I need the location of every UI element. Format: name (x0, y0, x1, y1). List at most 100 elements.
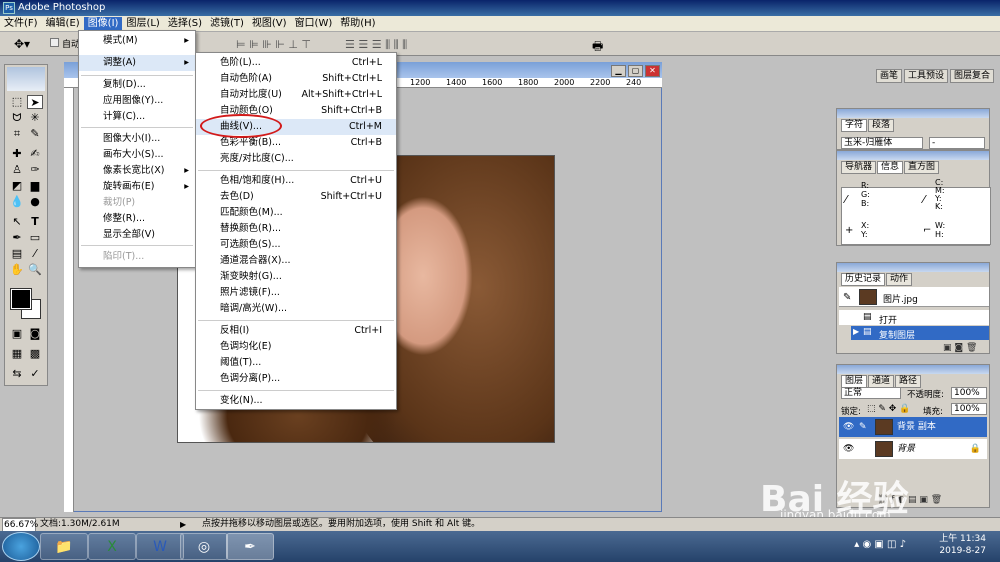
tab-paragraph[interactable]: 段落 (868, 119, 895, 132)
tab-character[interactable]: 字符 (841, 119, 868, 132)
palette-tab-presets[interactable]: 工具预设 (903, 69, 948, 83)
menu-item-gradient-map[interactable]: 渐变映射(G)... (196, 269, 396, 285)
screen-mode-full-icon[interactable]: ▩ (27, 347, 43, 361)
tray-icons[interactable]: ▴ ◉ ▣ ◫ ♪ (854, 539, 906, 550)
menu-item-rotate-canvas[interactable]: 旋转画布(E) ▸ (79, 179, 195, 195)
history-item-selected[interactable] (851, 326, 989, 340)
menu-item-canvas-size[interactable]: 画布大小(S)... (79, 147, 195, 163)
brush-icon[interactable]: ✍ (27, 147, 43, 161)
quickmask-mode-icon[interactable]: ◙ (27, 327, 43, 341)
marquee-icon[interactable]: ⬚ (9, 95, 25, 109)
blend-mode-select[interactable]: 正常 (841, 387, 901, 399)
menu-select[interactable]: 选择(S) (164, 17, 206, 31)
font-family-select[interactable]: 玉米-归雁体 (841, 137, 923, 149)
menu-item-hue-saturation[interactable]: 色相/饱和度(H)... Ctrl+U (196, 173, 396, 189)
history-brush-icon[interactable]: ✑ (27, 163, 43, 177)
layer-row-copy[interactable]: 👁 ✎ 背景 副本 (839, 417, 987, 437)
palette-tab-brushes[interactable]: 画笔 (875, 69, 902, 83)
tab-history[interactable]: 历史记录 (841, 273, 886, 286)
history-footer-icons[interactable]: ▣ ◙ 🗑 (943, 343, 977, 353)
minimize-icon[interactable]: ▁ (611, 65, 626, 77)
crop-icon[interactable]: ⌗ (9, 127, 25, 141)
menu-view[interactable]: 视图(V) (248, 17, 291, 31)
menu-item-invert[interactable]: 反相(I) Ctrl+I (196, 323, 396, 339)
file-browser-icon[interactable]: 🖶 (592, 37, 603, 58)
stamp-icon[interactable]: ♙ (9, 163, 25, 177)
eye-icon[interactable]: 👁 (843, 417, 854, 437)
menu-item-replace-color[interactable]: 替换颜色(R)... (196, 221, 396, 237)
gradient-icon[interactable]: ▆ (27, 179, 43, 193)
tab-histogram[interactable]: 直方图 (904, 161, 940, 174)
fill-input[interactable]: 100% (951, 403, 987, 415)
zoom-icon[interactable]: 🔍 (27, 263, 43, 277)
menu-edit[interactable]: 编辑(E) (42, 17, 84, 31)
menu-item-trap[interactable]: 陷印(T)... (79, 249, 195, 265)
clock[interactable]: 上午 11:34 2019-8-27 (916, 533, 986, 557)
healing-icon[interactable]: ✚ (9, 147, 25, 161)
explorer-icon[interactable]: 📁 (40, 533, 88, 560)
menu-item-variations[interactable]: 变化(N)... (196, 393, 396, 409)
status-arrow-icon[interactable]: ▶ (180, 518, 186, 531)
menu-item-pixel-aspect[interactable]: 像素长宽比(X) ▸ (79, 163, 195, 179)
menu-item-threshold[interactable]: 阈值(T)... (196, 355, 396, 371)
menu-item-posterize[interactable]: 色调分离(P)... (196, 371, 396, 387)
tab-navigator[interactable]: 导航器 (841, 161, 877, 174)
menu-item-match-color[interactable]: 匹配颜色(M)... (196, 205, 396, 221)
menu-item-reveal-all[interactable]: 显示全部(V) (79, 227, 195, 243)
tab-info[interactable]: 信息 (877, 161, 904, 174)
eyedropper-icon[interactable]: ⁄ (27, 247, 43, 261)
magic-wand-icon[interactable]: ✳ (27, 111, 43, 125)
menu-item-image-size[interactable]: 图像大小(I)... (79, 131, 195, 147)
imageready-icon[interactable]: ⇆ (9, 367, 25, 381)
windows-start-icon[interactable] (2, 532, 40, 561)
blur-icon[interactable]: 💧 (9, 195, 25, 209)
menu-layer[interactable]: 图层(L) (122, 17, 163, 31)
shape-icon[interactable]: ▭ (27, 231, 43, 245)
menu-item-duplicate[interactable]: 复制(D)... (79, 77, 195, 93)
move-icon[interactable]: ➤ (27, 95, 43, 109)
menu-item-trim[interactable]: 修整(R)... (79, 211, 195, 227)
eraser-icon[interactable]: ◩ (9, 179, 25, 193)
menu-window[interactable]: 窗口(W) (291, 17, 337, 31)
foreground-color[interactable] (10, 288, 32, 310)
type-icon[interactable]: T (27, 215, 43, 229)
history-item[interactable] (839, 310, 989, 325)
menu-item-equalize[interactable]: 色调均化(E) (196, 339, 396, 355)
font-style-select[interactable]: - (929, 137, 985, 149)
menu-item-photo-filter[interactable]: 照片滤镜(F)... (196, 285, 396, 301)
slice-icon[interactable]: ✎ (27, 127, 43, 141)
dodge-icon[interactable]: ● (27, 195, 43, 209)
menu-item-shadow-highlight[interactable]: 暗调/高光(W)... (196, 301, 396, 317)
palette-tab-comps[interactable]: 图层复合 (949, 69, 994, 83)
menu-item-calculations[interactable]: 计算(C)... (79, 109, 195, 125)
align-icons[interactable]: ⊨ ⊫ ⊪ ⊩ ⊥ ⊤ (236, 38, 311, 51)
lock-icons[interactable]: ⬚ ✎ ✥ 🔒 (867, 404, 910, 414)
menu-item-auto-contrast[interactable]: 自动对比度(U) Alt+Shift+Ctrl+L (196, 87, 396, 103)
menu-filter[interactable]: 滤镜(T) (206, 17, 248, 31)
jump-icon[interactable]: ✓ (27, 367, 43, 381)
hand-icon[interactable]: ✋ (9, 263, 25, 277)
menu-item-apply-image[interactable]: 应用图像(Y)... (79, 93, 195, 109)
pen-icon[interactable]: ✒ (9, 231, 25, 245)
menu-item-adjust[interactable]: 调整(A) ▸ (79, 55, 195, 71)
menu-image[interactable]: 图像(I) (83, 16, 123, 31)
browser-icon[interactable]: ◎ (180, 533, 228, 560)
path-select-icon[interactable]: ↖ (9, 215, 25, 229)
lasso-icon[interactable]: ᗢ (9, 111, 25, 125)
menu-item-mode[interactable]: 模式(M) ▸ (79, 33, 195, 49)
tab-actions[interactable]: 动作 (886, 273, 913, 286)
word-icon[interactable]: W (136, 533, 184, 560)
screen-mode-standard-icon[interactable]: ▦ (9, 347, 25, 361)
notes-icon[interactable]: ▤ (9, 247, 25, 261)
menu-help[interactable]: 帮助(H) (336, 17, 379, 31)
menu-item-channel-mixer[interactable]: 通道混合器(X)... (196, 253, 396, 269)
eye-icon[interactable]: 👁 (843, 439, 854, 459)
menu-item-crop[interactable]: 裁切(P) (79, 195, 195, 211)
menu-item-selective-color[interactable]: 可选颜色(S)... (196, 237, 396, 253)
layer-row-background[interactable]: 👁 背景 🔒 (839, 439, 987, 459)
menu-item-color-balance[interactable]: 色彩平衡(B)... Ctrl+B (196, 135, 396, 151)
excel-icon[interactable]: X (88, 533, 136, 560)
menu-item-brightness-contrast[interactable]: 亮度/对比度(C)... (196, 151, 396, 167)
menu-file[interactable]: 文件(F) (0, 17, 42, 31)
close-icon[interactable]: ✕ (645, 65, 660, 77)
